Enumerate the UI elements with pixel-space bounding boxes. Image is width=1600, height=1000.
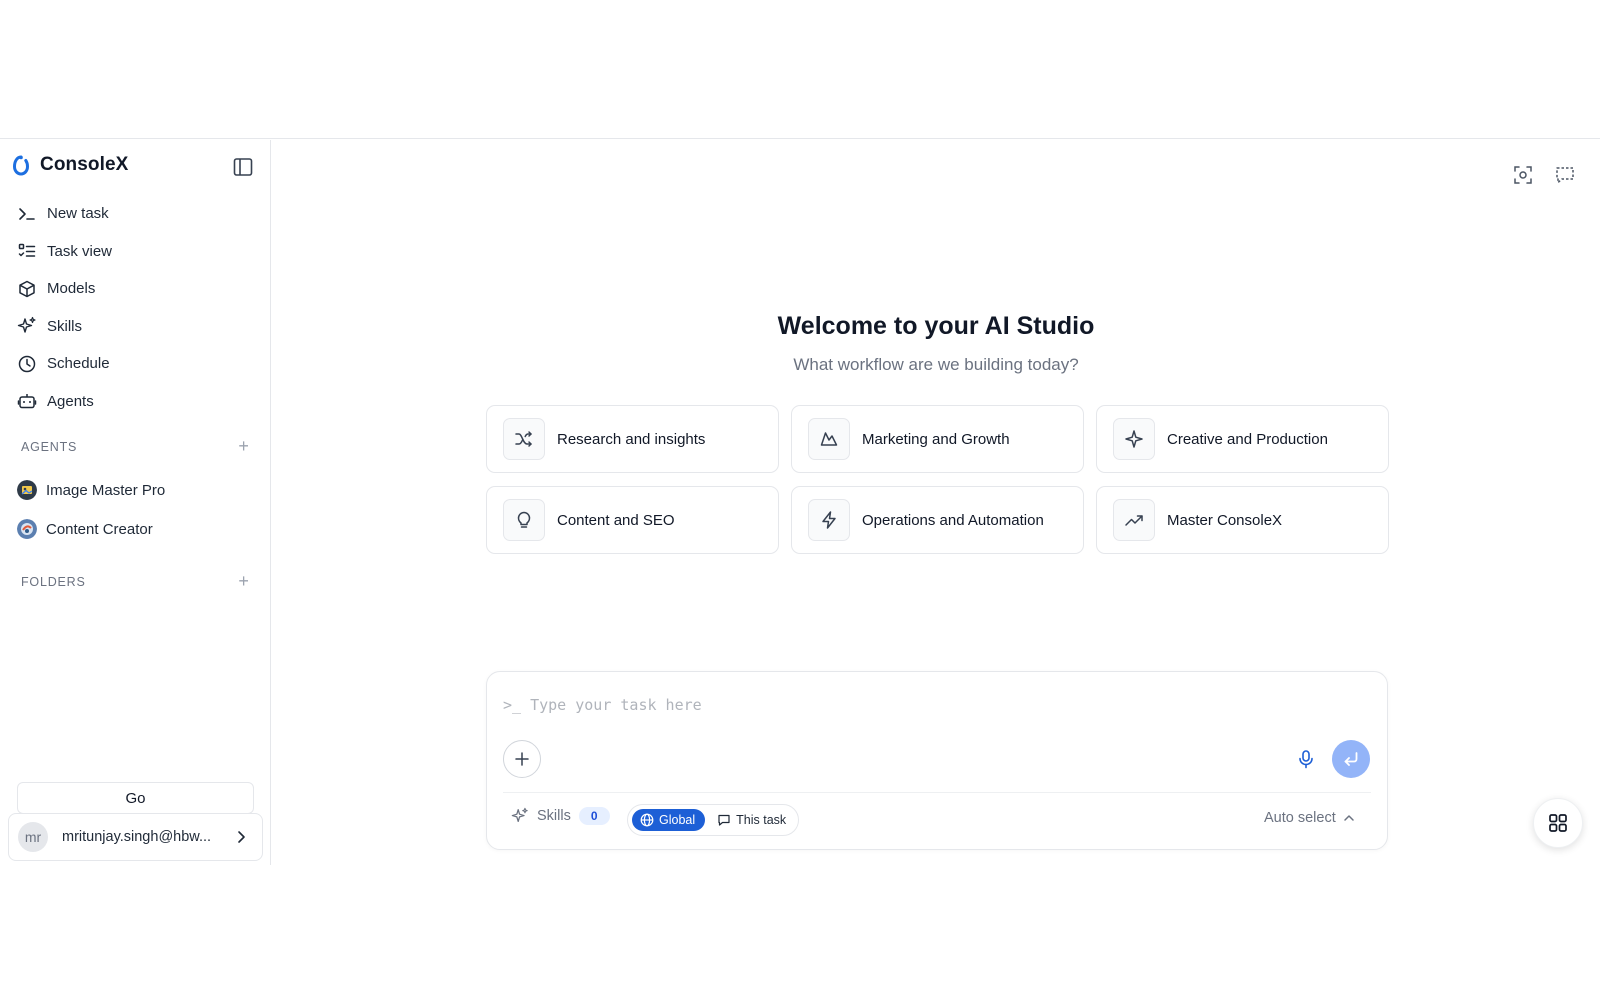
user-email: mritunjay.singh@hbw... bbox=[62, 829, 212, 845]
skills-count-badge: 0 bbox=[578, 807, 610, 825]
screenshot-focus-icon[interactable] bbox=[1511, 163, 1535, 187]
nav-item-label: Agents bbox=[47, 392, 94, 410]
workflow-card-master[interactable]: Master ConsoleX bbox=[1096, 486, 1389, 554]
welcome-section: Welcome to your AI Studio What workflow … bbox=[272, 312, 1600, 375]
apps-grid-button[interactable] bbox=[1533, 798, 1583, 848]
agents-section-header: AGENTS + bbox=[21, 436, 253, 457]
page-subtitle: What workflow are we building today? bbox=[793, 355, 1079, 374]
avatar: mr bbox=[18, 822, 48, 852]
consolex-logo-icon bbox=[12, 155, 30, 176]
card-label: Marketing and Growth bbox=[862, 430, 1010, 448]
composer-divider bbox=[503, 792, 1371, 793]
nav-item-skills[interactable]: Skills bbox=[8, 308, 263, 346]
app-window: ConsoleX New task Task view Models Skill… bbox=[0, 140, 1600, 865]
model-select-label: Auto select bbox=[1264, 810, 1336, 826]
folders-section-title: FOLDERS bbox=[21, 574, 86, 589]
grid-icon bbox=[1549, 814, 1567, 832]
nav-item-new-task[interactable]: New task bbox=[8, 195, 263, 233]
skills-selector[interactable]: Skills 0 bbox=[511, 807, 610, 825]
chevron-up-icon bbox=[1344, 815, 1354, 821]
sidebar: ConsoleX New task Task view Models Skill… bbox=[0, 140, 271, 865]
nav-item-schedule[interactable]: Schedule bbox=[8, 345, 263, 383]
main-nav: New task Task view Models Skills Schedul… bbox=[8, 195, 263, 420]
terminal-icon bbox=[19, 207, 35, 220]
lightbulb-icon bbox=[517, 511, 531, 528]
agent-item-content-creator[interactable]: Content Creator bbox=[17, 519, 153, 539]
card-label: Research and insights bbox=[557, 430, 706, 448]
card-label: Content and SEO bbox=[557, 511, 675, 529]
list-checks-icon bbox=[18, 244, 36, 257]
agent-item-image-master-pro[interactable]: Image Master Pro bbox=[17, 480, 165, 500]
model-select[interactable]: Auto select bbox=[1264, 810, 1356, 826]
agents-section-title: AGENTS bbox=[21, 439, 78, 454]
page-title: Welcome to your AI Studio bbox=[777, 312, 1095, 340]
card-icon-box bbox=[1113, 499, 1155, 541]
agent-item-label: Image Master Pro bbox=[46, 481, 166, 499]
workflow-card-marketing[interactable]: Marketing and Growth bbox=[791, 405, 1084, 473]
mountain-icon bbox=[820, 432, 838, 446]
add-folder-button[interactable]: + bbox=[235, 571, 253, 592]
cube-icon bbox=[19, 280, 35, 297]
user-menu[interactable]: mr mritunjay.singh@hbw... bbox=[8, 813, 263, 861]
scope-global-button[interactable]: Global bbox=[632, 809, 706, 831]
skills-label: Skills bbox=[537, 808, 571, 824]
scope-toggle: Global This task bbox=[627, 804, 800, 836]
nav-item-models[interactable]: Models bbox=[8, 270, 263, 308]
card-icon-box bbox=[808, 418, 850, 460]
nav-item-label: Skills bbox=[47, 317, 83, 335]
bottom-blank-area bbox=[0, 865, 1600, 1000]
nav-item-task-view[interactable]: Task view bbox=[8, 233, 263, 271]
main-panel: Welcome to your AI Studio What workflow … bbox=[272, 140, 1600, 865]
nav-item-label: Models bbox=[47, 280, 96, 298]
shuffle-icon bbox=[515, 431, 532, 447]
workflow-card-operations[interactable]: Operations and Automation bbox=[791, 486, 1084, 554]
nav-item-label: Schedule bbox=[47, 355, 110, 373]
go-button[interactable]: Go bbox=[17, 782, 254, 814]
card-label: Operations and Automation bbox=[862, 511, 1044, 529]
microphone-icon[interactable] bbox=[1295, 748, 1317, 770]
card-icon-box bbox=[503, 499, 545, 541]
workflow-card-research[interactable]: Research and insights bbox=[486, 405, 779, 473]
send-button[interactable] bbox=[1332, 740, 1370, 778]
workflow-card-creative[interactable]: Creative and Production bbox=[1096, 405, 1389, 473]
card-icon-box bbox=[503, 418, 545, 460]
feedback-icon[interactable] bbox=[1553, 163, 1577, 187]
sparkles-icon bbox=[511, 807, 528, 823]
attach-button[interactable] bbox=[503, 740, 541, 778]
add-agent-button[interactable]: + bbox=[235, 436, 253, 457]
clock-icon bbox=[18, 355, 36, 372]
agent-item-label: Content Creator bbox=[46, 520, 153, 538]
chat-bubble-icon bbox=[718, 814, 730, 826]
task-input[interactable] bbox=[503, 692, 1363, 718]
scope-global-label: Global bbox=[659, 813, 696, 827]
brand[interactable]: ConsoleX bbox=[12, 154, 128, 176]
sparkles-icon bbox=[17, 317, 36, 333]
trending-up-icon bbox=[1125, 515, 1143, 526]
avatar bbox=[17, 480, 37, 500]
nav-item-agents[interactable]: Agents bbox=[8, 383, 263, 421]
task-composer: Skills 0 Global This task Auto select bbox=[486, 671, 1388, 850]
nav-item-label: New task bbox=[47, 205, 109, 223]
globe-icon bbox=[640, 813, 654, 827]
folders-section-header: FOLDERS + bbox=[21, 571, 253, 592]
card-label: Creative and Production bbox=[1167, 430, 1328, 448]
workflow-card-content-seo[interactable]: Content and SEO bbox=[486, 486, 779, 554]
sparkle-icon bbox=[1125, 430, 1143, 448]
scope-task-label: This task bbox=[736, 813, 787, 827]
scope-this-task-button[interactable]: This task bbox=[709, 809, 794, 831]
sidebar-toggle-icon[interactable] bbox=[232, 156, 254, 178]
chevron-right-icon bbox=[238, 831, 245, 843]
enter-arrow-icon bbox=[1344, 752, 1358, 766]
bot-icon bbox=[17, 394, 37, 409]
top-blank-area bbox=[0, 0, 1600, 139]
card-icon-box bbox=[1113, 418, 1155, 460]
card-label: Master ConsoleX bbox=[1167, 511, 1283, 529]
nav-item-label: Task view bbox=[47, 242, 113, 260]
brand-name: ConsoleX bbox=[40, 154, 129, 175]
avatar bbox=[17, 519, 37, 539]
plus-icon bbox=[515, 752, 529, 766]
lightning-icon bbox=[822, 511, 836, 529]
workflow-cards: Research and insights Marketing and Grow… bbox=[486, 405, 1389, 554]
card-icon-box bbox=[808, 499, 850, 541]
